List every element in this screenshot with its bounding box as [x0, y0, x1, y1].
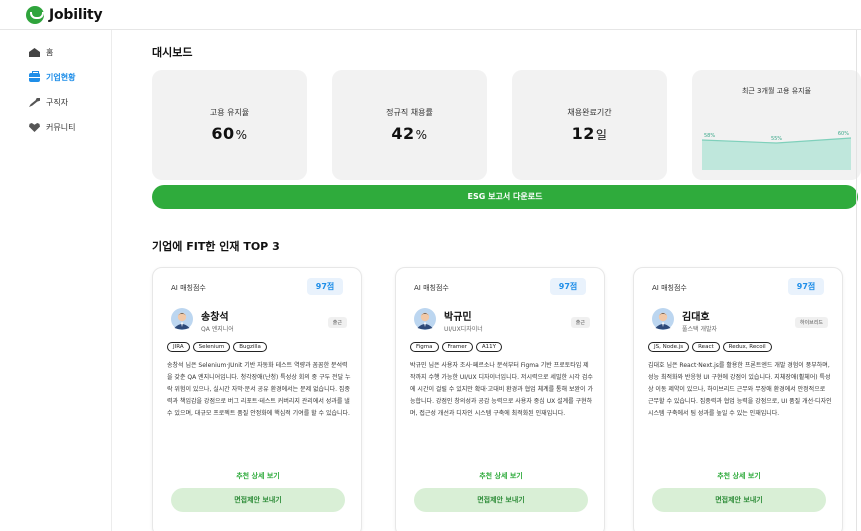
sidebar-item-label: 홈 — [46, 48, 54, 57]
avatar-icon — [171, 308, 193, 330]
top-bar: Jobility — [0, 0, 861, 30]
retention-area-chart: 58% 55% 60% — [701, 131, 852, 170]
work-type-badge: 출근 — [570, 317, 590, 328]
ai-score-label: AI 매칭점수 — [652, 284, 687, 292]
skill-tag: React — [692, 342, 720, 352]
sidebar-item-label: 커뮤니티 — [46, 123, 76, 132]
avatar-icon — [652, 308, 674, 330]
candidate-role: QA 엔지니어 — [201, 326, 234, 333]
skill-tag: JIRA — [167, 342, 190, 352]
sidebar-item-label: 기업현황 — [46, 73, 76, 82]
score-badge: 97점 — [550, 278, 586, 295]
app-logo-text[interactable]: Jobility — [49, 7, 103, 23]
stat-label: 채용완료기간 — [567, 108, 612, 117]
stat-card-fulltime-rate: 정규직 채용률 42% — [332, 70, 487, 180]
stat-label: 고용 유지율 — [209, 108, 250, 117]
skill-tag: Redux, Recoil — [722, 342, 772, 352]
skill-tag: Bugzilla — [233, 342, 267, 352]
work-type-badge: 출근 — [327, 317, 347, 328]
send-interview-offer-button[interactable]: 면접제안 보내기 — [171, 488, 345, 512]
dashboard-title: 대시보드 — [152, 46, 193, 59]
sidebar-item-company-status[interactable]: 기업현황 — [0, 65, 111, 90]
main-content: 대시보드 고용 유지율 60% 정규직 채용률 42% 채용완료기간 12일 최… — [112, 30, 861, 531]
briefcase-icon — [29, 71, 40, 82]
chart-data-label: 55% — [771, 136, 782, 142]
skill-tags: JS, Node.js React Redux, Recoil — [648, 342, 772, 352]
logo-icon[interactable] — [26, 5, 44, 24]
candidate-card: AI 매칭점수 97점 송창석 QA 엔지니어 출근 JIRA Selenium… — [152, 267, 362, 531]
skill-tags: Figma Framer A11Y — [410, 342, 503, 352]
chart-data-label: 60% — [838, 131, 849, 137]
candidate-name: 송창석 — [201, 312, 229, 323]
home-icon — [29, 48, 40, 57]
skill-tag: JS, Node.js — [648, 342, 690, 352]
work-type-badge: 하이브리드 — [794, 317, 828, 328]
score-badge: 97점 — [788, 278, 824, 295]
stat-value: 60% — [211, 124, 248, 143]
sidebar-item-label: 구직자 — [46, 98, 69, 107]
view-recommendation-detail-link[interactable]: 추천 상세 보기 — [153, 471, 363, 481]
sidebar-item-home[interactable]: 홈 — [0, 40, 111, 65]
candidate-name: 박규민 — [444, 312, 472, 323]
candidate-description: 박규민 님은 사용자 조사·페르소나 분석부터 Figma 기반 프로토타입 제… — [410, 362, 593, 417]
ai-score-label: AI 매칭점수 — [171, 284, 206, 292]
view-recommendation-detail-link[interactable]: 추천 상세 보기 — [396, 471, 606, 481]
skill-tag: Figma — [410, 342, 439, 352]
skill-tag: Framer — [441, 342, 473, 352]
score-badge: 97점 — [307, 278, 343, 295]
candidate-name: 김대호 — [682, 312, 710, 323]
avatar-icon — [414, 308, 436, 330]
esg-report-download-button[interactable]: ESG 보고서 다운로드 — [152, 185, 858, 209]
stat-value: 42% — [391, 124, 428, 143]
candidate-card: AI 매칭점수 97점 박규민 UI/UX디자이너 출근 Figma Frame… — [395, 267, 605, 531]
skill-tag: Selenium — [192, 342, 231, 352]
stat-value: 12일 — [571, 124, 608, 143]
scrollbar-track[interactable] — [856, 30, 857, 531]
send-interview-offer-button[interactable]: 면접제안 보내기 — [414, 488, 588, 512]
skill-tag: A11Y — [475, 342, 503, 352]
candidate-description: 김대호 님은 React·Next.js를 활용한 프론트엔드 개발 경험이 풍… — [648, 362, 832, 417]
candidate-card: AI 매칭점수 97점 김대호 풀스택 개발자 하이브리드 JS, Node.j… — [633, 267, 843, 531]
app-root: Jobility 홈 기업현황 구직자 커뮤니티 대시보드 고용 유지율 60%… — [0, 0, 861, 531]
candidate-role: UI/UX디자이너 — [444, 326, 483, 333]
heart-icon — [29, 123, 40, 132]
chart-data-label: 58% — [704, 133, 715, 139]
retention-chart-card: 최근 3개월 고용 유지율 58% 55% 60% — [692, 70, 861, 180]
view-recommendation-detail-link[interactable]: 추천 상세 보기 — [634, 471, 844, 481]
stat-card-hiring-period: 채용완료기간 12일 — [512, 70, 667, 180]
tool-icon — [29, 98, 40, 107]
candidate-role: 풀스택 개발자 — [682, 326, 718, 333]
sidebar-item-community[interactable]: 커뮤니티 — [0, 115, 111, 140]
candidate-description: 송창석 님은 Selenium·JUnit 기반 자동화 테스트 역량과 꼼꼼한… — [167, 362, 351, 417]
skill-tags: JIRA Selenium Bugzilla — [167, 342, 267, 352]
top3-title: 기업에 FIT한 인재 TOP 3 — [152, 240, 280, 253]
send-interview-offer-button[interactable]: 면접제안 보내기 — [652, 488, 826, 512]
stat-card-retention: 고용 유지율 60% — [152, 70, 307, 180]
stat-label: 정규직 채용률 — [386, 108, 433, 117]
sidebar: 홈 기업현황 구직자 커뮤니티 — [0, 30, 112, 531]
sidebar-item-job-seekers[interactable]: 구직자 — [0, 90, 111, 115]
ai-score-label: AI 매칭점수 — [414, 284, 449, 292]
